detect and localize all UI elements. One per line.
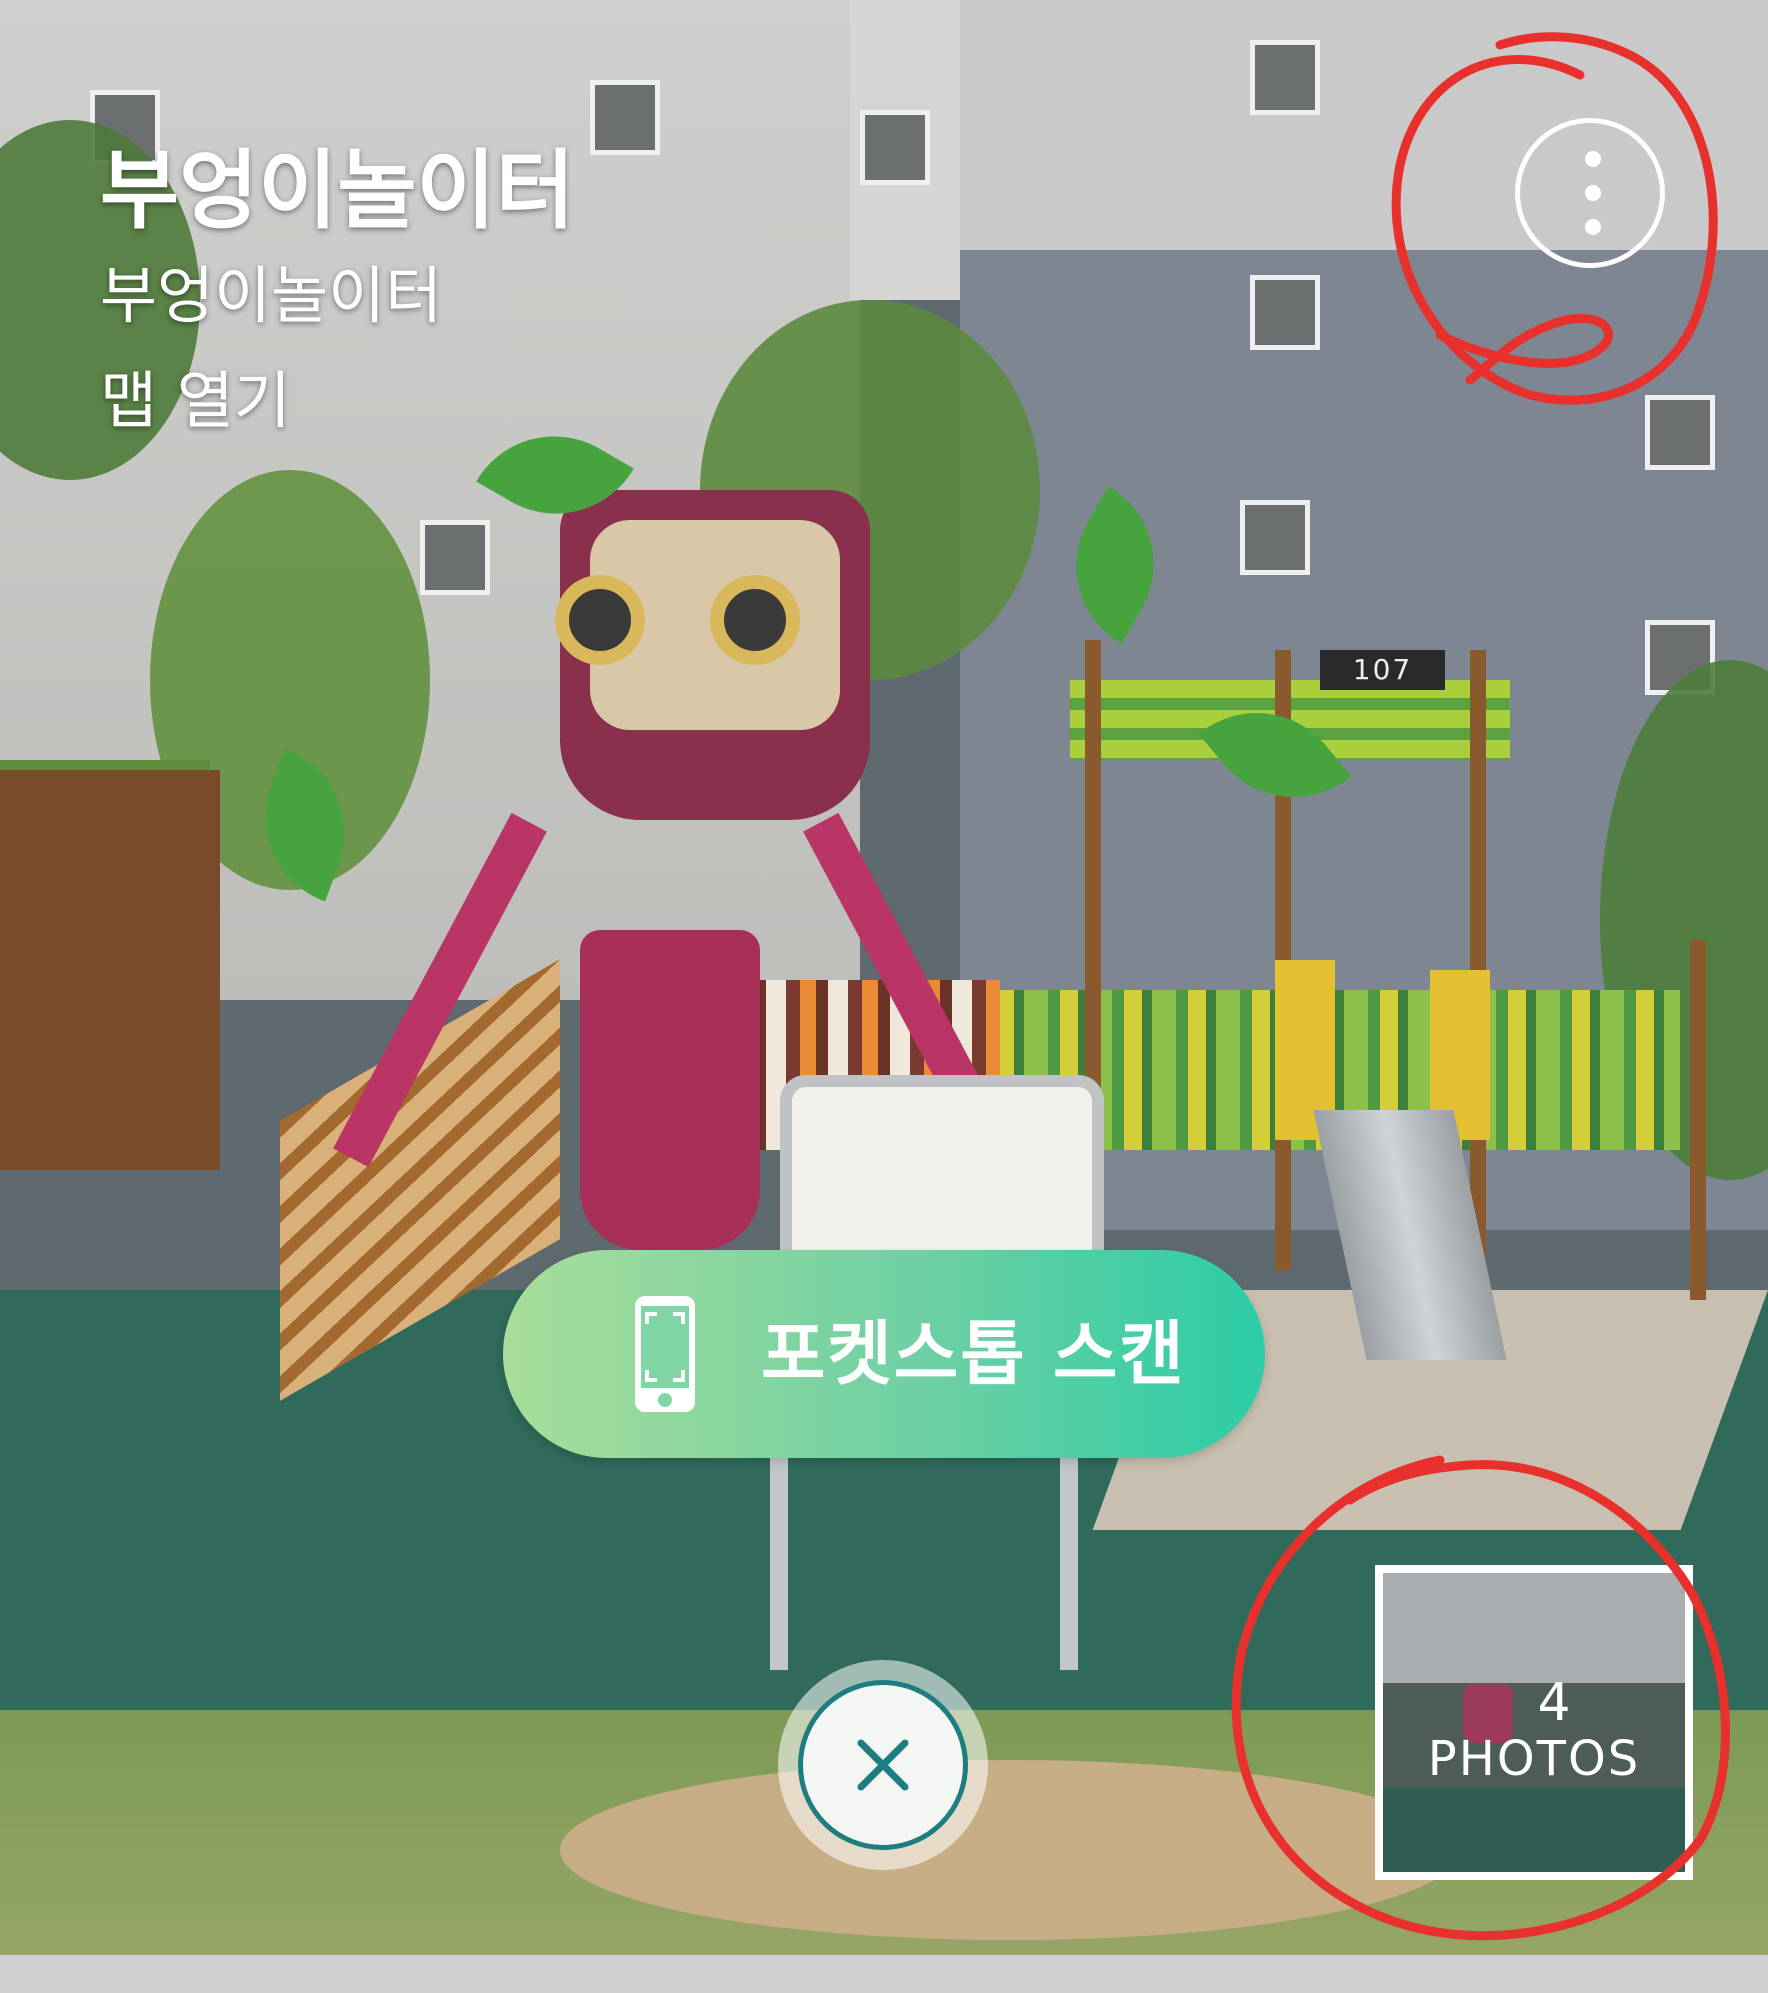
owl-eye [555, 575, 645, 665]
window [860, 110, 930, 185]
window [590, 80, 660, 155]
owl-eye [710, 575, 800, 665]
play-hut [0, 770, 220, 1170]
building-number-sign: 107 [1320, 650, 1445, 690]
window [1645, 395, 1715, 470]
owl-belly [580, 930, 760, 1250]
pokestop-description: 부엉이놀이터 [100, 259, 443, 332]
pokestop-scan-button[interactable]: 포켓스톱 스캔 [503, 1250, 1265, 1458]
open-map-link[interactable]: 맵 열기 [100, 350, 291, 440]
photos-button[interactable]: 4 PHOTOS [1375, 1565, 1693, 1880]
window [420, 520, 490, 595]
close-button[interactable] [778, 1660, 988, 1870]
window [1250, 40, 1320, 115]
menu-dot [1585, 219, 1601, 235]
photos-count: 4 [1537, 1673, 1571, 1733]
window [1250, 275, 1320, 350]
close-button-face [798, 1680, 968, 1850]
curb [0, 1955, 1768, 1993]
photo-thumbnail-ground [1383, 1788, 1685, 1872]
window [1240, 500, 1310, 575]
menu-dot [1585, 151, 1601, 167]
dirt-patch [560, 1760, 1460, 1940]
close-icon [857, 1739, 909, 1791]
pokestop-title: 부엉이놀이터 [100, 141, 575, 241]
more-options-button[interactable] [1515, 118, 1665, 268]
scan-button-label: 포켓스톱 스캔 [761, 1313, 1186, 1395]
post [1690, 940, 1706, 1300]
menu-dot [1585, 185, 1601, 201]
phone-scan-icon [635, 1296, 695, 1412]
photos-label: PHOTOS [1427, 1731, 1641, 1787]
post [1470, 650, 1486, 1270]
info-signboard [780, 1075, 1104, 1279]
